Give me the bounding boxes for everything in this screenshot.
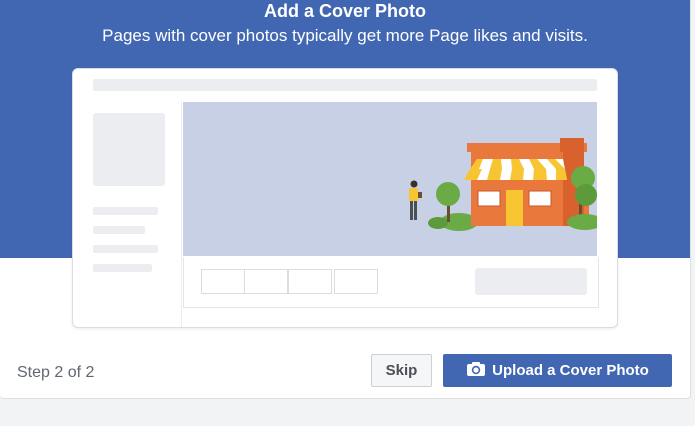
mockup-sidebar-line bbox=[93, 226, 145, 234]
upload-button-label: Upload a Cover Photo bbox=[492, 362, 649, 379]
skip-button[interactable]: Skip bbox=[371, 354, 432, 387]
mockup-sidebar-line bbox=[93, 207, 158, 215]
bush-icon bbox=[428, 217, 448, 229]
person-illustration bbox=[409, 180, 422, 220]
shop-illustration bbox=[409, 138, 597, 231]
dialog-subtitle: Pages with cover photos typically get mo… bbox=[102, 26, 588, 45]
mockup-cover-area bbox=[183, 102, 597, 256]
mockup-tab bbox=[244, 269, 288, 294]
cover-photo-dialog: Add a Cover Photo Pages with cover photo… bbox=[0, 0, 691, 399]
mockup-tab bbox=[201, 269, 245, 294]
mockup-action-button bbox=[475, 268, 587, 295]
mockup-top-bar bbox=[93, 79, 597, 91]
mockup-sidebar-line bbox=[93, 245, 158, 253]
page-mockup bbox=[72, 68, 618, 328]
mockup-nav-bar bbox=[183, 257, 599, 308]
camera-icon bbox=[466, 361, 486, 381]
mockup-tab bbox=[334, 269, 378, 294]
tree-icon bbox=[436, 182, 460, 206]
step-indicator: Step 2 of 2 bbox=[17, 364, 95, 381]
mockup-divider bbox=[181, 101, 182, 327]
upload-cover-photo-button[interactable]: Upload a Cover Photo bbox=[443, 354, 672, 387]
skip-button-label: Skip bbox=[385, 362, 418, 379]
tree-icon bbox=[575, 184, 597, 206]
mockup-profile-picture bbox=[93, 113, 165, 186]
mockup-tab bbox=[288, 269, 332, 294]
shop-building bbox=[464, 138, 589, 226]
dialog-title: Add a Cover Photo bbox=[263, 1, 426, 21]
mockup-sidebar-line bbox=[93, 264, 152, 272]
